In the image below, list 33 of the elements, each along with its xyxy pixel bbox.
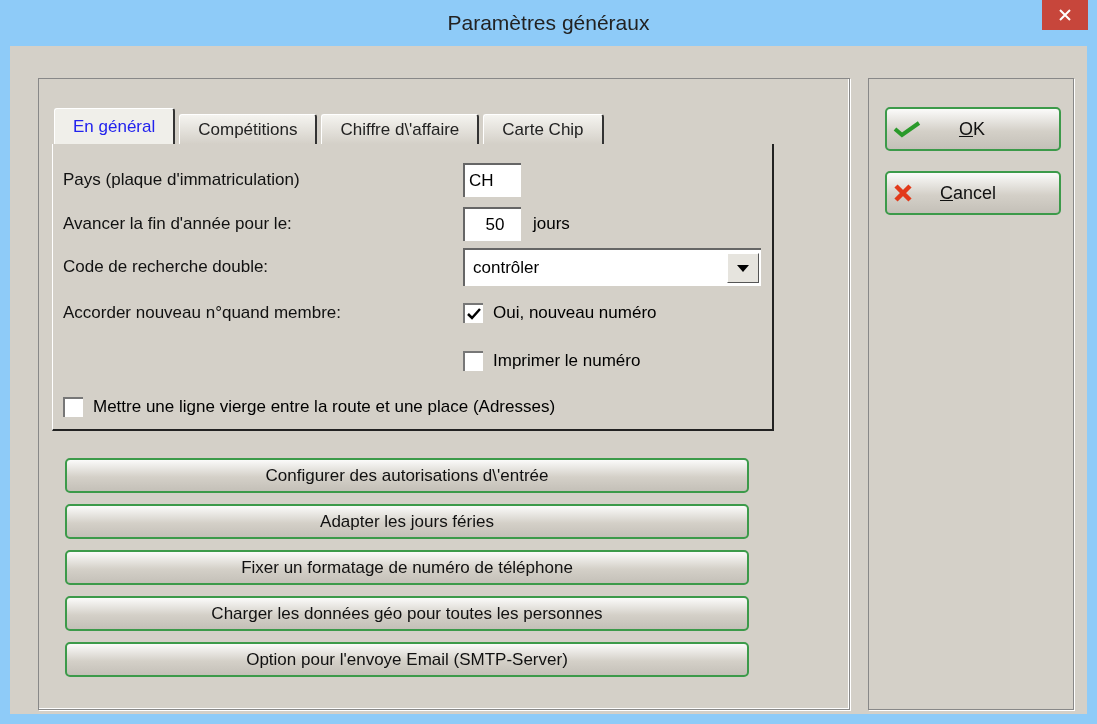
field-label: Accorder nouveau n°quand membre: bbox=[63, 302, 343, 325]
dropdown-button[interactable] bbox=[727, 253, 759, 284]
tab[interactable]: Carte Chip bbox=[483, 114, 604, 144]
close-icon bbox=[893, 183, 913, 203]
checkbox[interactable] bbox=[463, 303, 483, 324]
checkbox[interactable] bbox=[463, 351, 483, 372]
checkbox-label: Mettre une ligne vierge entre la route et une place (Adresses) bbox=[93, 397, 556, 418]
ok-button[interactable]: OK bbox=[885, 107, 1061, 151]
check-icon bbox=[893, 120, 921, 138]
tab[interactable]: Chiffre d\'affaire bbox=[321, 114, 480, 144]
check-icon bbox=[467, 308, 481, 321]
text-field[interactable]: CH bbox=[463, 162, 521, 197]
cancel-button[interactable]: Cancel bbox=[885, 171, 1061, 215]
tab[interactable]: Compétitions bbox=[179, 114, 318, 144]
close-icon bbox=[1059, 9, 1071, 21]
caret-icon bbox=[737, 264, 749, 272]
unit-label: jours bbox=[533, 213, 570, 234]
window-title: Paramètres généraux bbox=[447, 11, 650, 35]
close-button[interactable] bbox=[1042, 0, 1088, 30]
action-button[interactable]: Option pour l'envoye Email (SMTP-Server) bbox=[65, 642, 749, 677]
field-label: Pays (plaque d'immatriculation) bbox=[63, 169, 301, 190]
checkbox[interactable] bbox=[63, 397, 83, 418]
number-field[interactable]: 50 bbox=[463, 206, 521, 241]
checkbox-label: Imprimer le numéro bbox=[493, 351, 641, 372]
checkbox-label: Oui, nouveau numéro bbox=[493, 303, 657, 324]
action-button[interactable]: Configurer des autorisations d\'entrée bbox=[65, 458, 749, 493]
field-label: Avancer la fin d'année pour le: bbox=[63, 213, 293, 234]
field-label: Code de recherche double: bbox=[63, 257, 270, 278]
tab[interactable]: En général bbox=[54, 108, 176, 144]
action-button[interactable]: Fixer un formatage de numéro de téléphone bbox=[65, 550, 749, 585]
dropdown-field[interactable]: contrôler bbox=[463, 248, 761, 287]
action-button[interactable]: Adapter les jours féries bbox=[65, 504, 749, 539]
action-button[interactable]: Charger les données géo pour toutes les personnes bbox=[65, 596, 749, 631]
